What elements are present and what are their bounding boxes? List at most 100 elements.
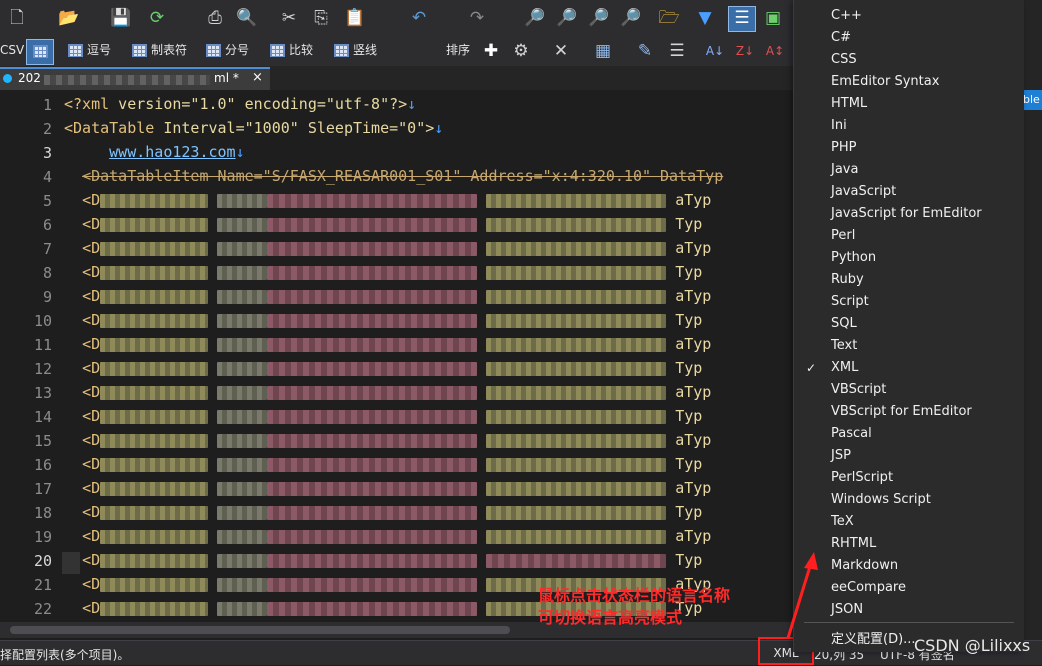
comma-button[interactable]: 逗号 <box>68 39 111 61</box>
menu-item-emeditor-syntax[interactable]: EmEditor Syntax <box>794 71 1024 93</box>
menu-item-javascript[interactable]: JavaScript <box>794 181 1024 203</box>
print-icon[interactable]: ⎙ <box>204 7 226 29</box>
tab-layout-icon[interactable]: ▣ <box>762 7 784 29</box>
save-icon[interactable]: 💾 <box>110 7 132 29</box>
grid-icon <box>206 43 221 57</box>
menu-item-json[interactable]: JSON <box>794 599 1024 621</box>
filter-icon[interactable]: ▼ <box>694 7 716 29</box>
menu-item-vbscript[interactable]: VBScript <box>794 379 1024 401</box>
menu-item-perl[interactable]: Perl <box>794 225 1024 247</box>
line-number: 16 <box>33 456 52 474</box>
csv-mode-icon[interactable]: ☰ <box>728 6 756 32</box>
menu-item-label: VBScript for EmEditor <box>831 404 972 419</box>
line-number: 3 <box>42 144 52 162</box>
row-end: aTyp <box>675 527 712 545</box>
row-start: <D <box>82 383 101 401</box>
undo-icon[interactable]: ↶ <box>408 7 430 29</box>
redo-icon[interactable]: ↷ <box>466 7 488 29</box>
copy-icon[interactable]: ⎘ <box>310 7 332 29</box>
menu-item-javascript-for-emeditor[interactable]: JavaScript for EmEditor <box>794 203 1024 225</box>
find-prev-icon[interactable]: 🔎 <box>588 7 610 29</box>
line-number: 17 <box>33 480 52 498</box>
menu-item-python[interactable]: Python <box>794 247 1024 269</box>
redacted-tag <box>100 553 209 568</box>
csv-grid-icon[interactable] <box>26 39 54 65</box>
tools-icon[interactable]: ✕ <box>550 40 572 62</box>
menu-item-markdown[interactable]: Markdown <box>794 555 1024 577</box>
semicolon-button[interactable]: 分号 <box>206 39 249 61</box>
columns-icon[interactable]: ▦ <box>592 40 614 62</box>
tab-separator-button[interactable]: 制表符 <box>132 39 187 61</box>
menu-item-text[interactable]: Text <box>794 335 1024 357</box>
sort-asc-icon[interactable]: A↓ <box>704 40 726 62</box>
replace-icon[interactable]: 🔎 <box>620 7 642 29</box>
menu-item-ini[interactable]: Ini <box>794 115 1024 137</box>
paste-icon[interactable]: 📋 <box>344 7 366 29</box>
find-next-icon[interactable]: 🔎 <box>556 7 578 29</box>
open-folder-icon[interactable]: 📂 <box>58 7 80 29</box>
grid-icon <box>334 43 349 57</box>
menu-item-c-[interactable]: C++ <box>794 5 1024 27</box>
redacted-tag <box>100 193 209 208</box>
menu-item-c-[interactable]: C# <box>794 27 1024 49</box>
url-link[interactable]: www.hao123.com <box>109 143 235 161</box>
pipe-button[interactable]: 竖线 <box>334 39 377 61</box>
menu-item-label: eeCompare <box>831 580 906 595</box>
scrollbar-thumb[interactable] <box>10 626 510 634</box>
redacted-tag <box>100 601 209 616</box>
menu-item-java[interactable]: Java <box>794 159 1024 181</box>
code-line: <D aTyp <box>64 236 711 260</box>
redacted-attr <box>217 481 268 496</box>
print-preview-icon[interactable]: 🔍 <box>236 7 258 29</box>
cut-icon[interactable]: ✂ <box>278 7 300 29</box>
menu-item-vbscript-for-emeditor[interactable]: VBScript for EmEditor <box>794 401 1024 423</box>
menu-item-ruby[interactable]: Ruby <box>794 269 1024 291</box>
redacted-name <box>267 193 478 208</box>
redacted-attr <box>217 385 268 400</box>
code-line: <D Typ <box>64 260 702 284</box>
menu-item-jsp[interactable]: JSP <box>794 445 1024 467</box>
redacted-attr <box>217 553 268 568</box>
tab-document[interactable]: 202 ml * × <box>0 67 270 90</box>
menu-item-label: Ruby <box>831 272 864 287</box>
menu-item-tex[interactable]: TeX <box>794 511 1024 533</box>
right-panel-tab[interactable]: ble <box>1023 90 1042 110</box>
sort-desc-icon[interactable]: Z↓ <box>734 40 756 62</box>
row-start: <D <box>82 431 101 449</box>
compare-button[interactable]: 比较 <box>270 39 313 61</box>
csv-button[interactable]: CSV <box>0 39 24 61</box>
menu-item-html[interactable]: HTML <box>794 93 1024 115</box>
find-in-files-icon[interactable]: 🗁 <box>658 7 680 29</box>
new-file-icon[interactable]: 🗋 <box>6 7 28 29</box>
edit-table-icon[interactable]: ✎ <box>634 40 656 62</box>
line-number: 20 <box>33 552 52 570</box>
redacted-address <box>486 385 667 400</box>
menu-item-script[interactable]: Script <box>794 291 1024 313</box>
sort-button[interactable]: 排序 <box>446 39 470 61</box>
menu-item-xml[interactable]: ✓ XML <box>794 357 1024 379</box>
menu-item-label: SQL <box>831 316 857 331</box>
list-icon[interactable]: ☰ <box>666 40 688 62</box>
redacted-address <box>486 289 667 304</box>
menu-item-rhtml[interactable]: RHTML <box>794 533 1024 555</box>
menu-item-php[interactable]: PHP <box>794 137 1024 159</box>
menu-item-pascal[interactable]: Pascal <box>794 423 1024 445</box>
find-icon[interactable]: 🔎 <box>524 7 546 29</box>
grid-icon <box>68 43 83 57</box>
code-editor[interactable]: <?xml version="1.0" encoding="utf-8"?>↓ <… <box>58 92 790 622</box>
close-icon[interactable]: × <box>252 70 263 85</box>
redacted-tag <box>100 337 209 352</box>
redacted-address <box>486 409 667 424</box>
menu-item-windows-script[interactable]: Windows Script <box>794 489 1024 511</box>
settings-icon[interactable]: ⚙ <box>510 40 532 62</box>
menu-item-sql[interactable]: SQL <box>794 313 1024 335</box>
plus-icon[interactable]: ✚ <box>480 40 502 62</box>
sort-custom-icon[interactable]: A↕ <box>764 40 786 62</box>
line-number: 15 <box>33 432 52 450</box>
menu-item-eecompare[interactable]: eeCompare <box>794 577 1024 599</box>
menu-item-css[interactable]: CSS <box>794 49 1024 71</box>
line-number: 13 <box>33 384 52 402</box>
menu-item-perlscript[interactable]: PerlScript <box>794 467 1024 489</box>
reload-icon[interactable]: ⟳ <box>146 7 168 29</box>
datatable-attrs: Interval="1000" SleepTime="0"> <box>154 119 435 137</box>
